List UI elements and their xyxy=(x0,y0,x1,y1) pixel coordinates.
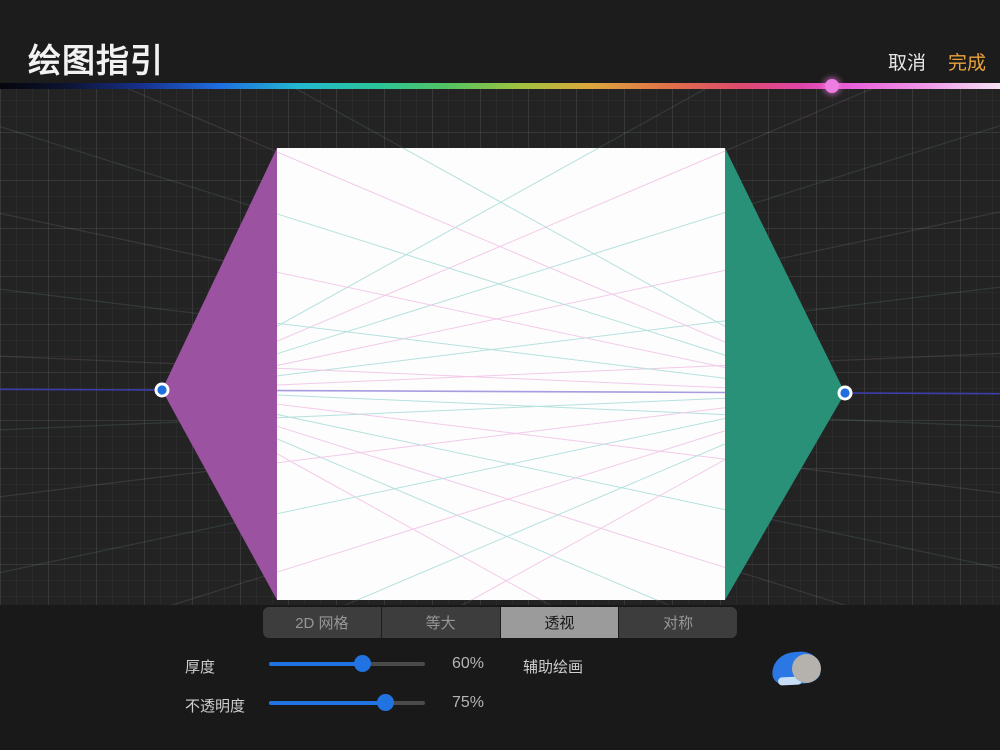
opacity-slider[interactable] xyxy=(269,694,425,711)
opacity-value: 75% xyxy=(452,694,485,711)
hue-gradient-slider[interactable] xyxy=(0,79,1000,93)
left-vanishing-point-handle[interactable] xyxy=(154,382,170,398)
thickness-value: 60% xyxy=(452,655,485,672)
left-vanishing-cone xyxy=(162,148,277,600)
right-vanishing-cone xyxy=(725,148,845,600)
guide-mode-tabs: 2D 网格 等大 透视 对称 xyxy=(263,607,737,638)
tab-perspective[interactable]: 透视 xyxy=(500,607,620,638)
page-title: 绘图指引 xyxy=(28,42,164,79)
tab-2d-grid[interactable]: 2D 网格 xyxy=(263,607,382,638)
right-vanishing-point-handle[interactable] xyxy=(837,385,853,401)
thickness-slider-fill xyxy=(269,662,363,666)
topbar-actions: 取消 完成 xyxy=(888,48,986,75)
bottom-panel: 2D 网格 等大 透视 对称 厚度 60% 辅助绘画 不透明度 75% xyxy=(0,605,1000,750)
assisted-drawing-toggle[interactable] xyxy=(769,648,825,688)
opacity-slider-fill xyxy=(269,701,386,705)
done-button[interactable]: 完成 xyxy=(948,48,986,75)
thickness-slider[interactable] xyxy=(269,655,425,672)
thickness-slider-thumb[interactable] xyxy=(353,655,371,672)
hue-slider-handle[interactable] xyxy=(824,79,839,93)
cancel-button[interactable]: 取消 xyxy=(888,48,926,75)
opacity-label: 不透明度 xyxy=(185,698,246,715)
tab-isometric[interactable]: 等大 xyxy=(382,607,501,638)
artwork-canvas xyxy=(277,148,725,600)
toggle-knob[interactable] xyxy=(792,654,821,683)
drawing-guide-screen: 绘图指引 取消 完成 2D 网格 等大 透视 对称 厚度 60% 辅助绘画 不透… xyxy=(0,0,1000,750)
tab-symmetry[interactable]: 对称 xyxy=(619,607,737,638)
thickness-label: 厚度 xyxy=(185,659,216,676)
assisted-drawing-label: 辅助绘画 xyxy=(523,659,584,676)
title-bar: 绘图指引 取消 完成 xyxy=(0,0,1000,83)
opacity-slider-thumb[interactable] xyxy=(377,694,394,711)
